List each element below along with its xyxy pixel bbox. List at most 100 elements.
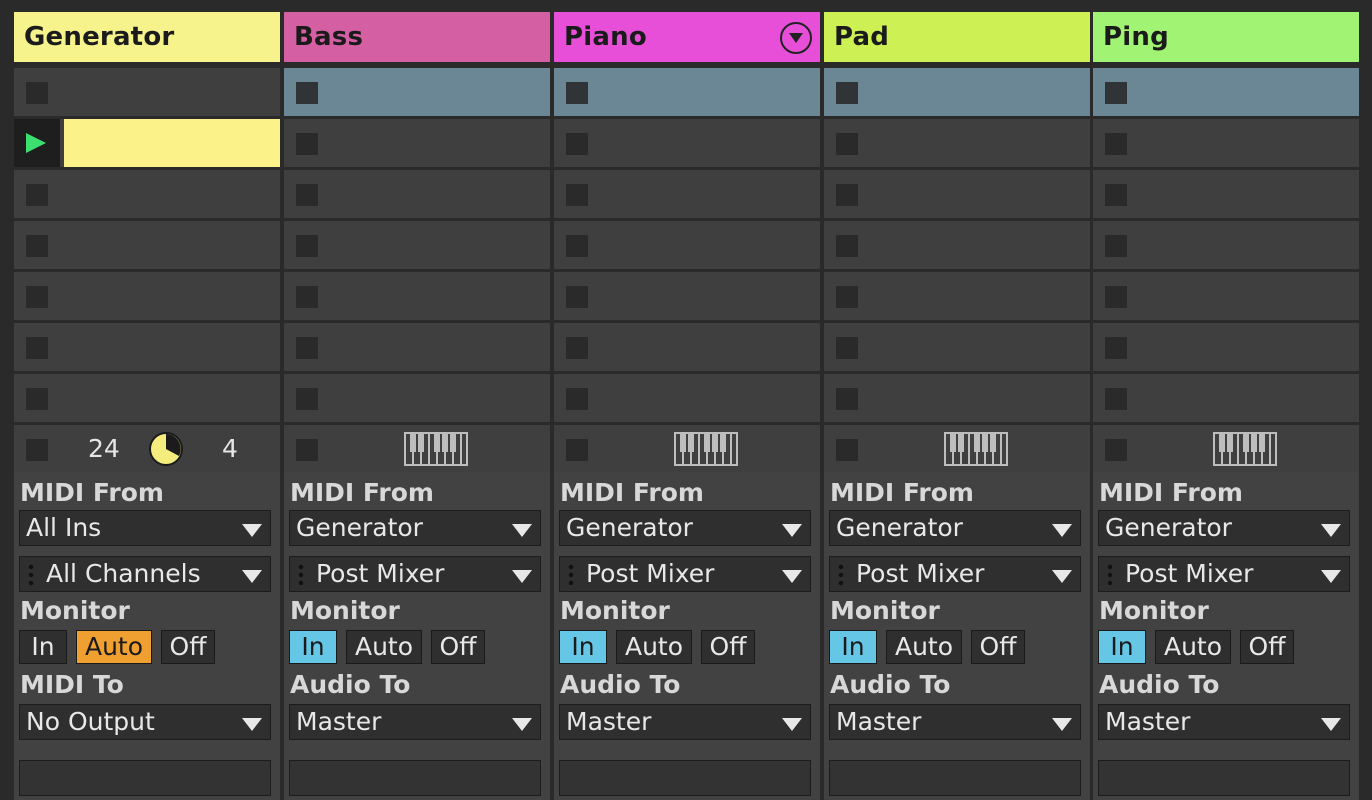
square-stop-icon[interactable] (566, 184, 588, 206)
square-stop-icon[interactable] (296, 286, 318, 308)
clip-slot[interactable] (554, 272, 820, 320)
square-stop-icon[interactable] (566, 82, 588, 104)
input-channel-select[interactable]: Post Mixer (289, 556, 541, 592)
square-stop-icon[interactable] (566, 286, 588, 308)
output-channel-box[interactable] (829, 760, 1081, 796)
square-stop-all-icon[interactable] (1105, 439, 1127, 461)
square-stop-all-icon[interactable] (26, 439, 48, 461)
square-stop-icon[interactable] (296, 235, 318, 257)
monitor-off-button[interactable]: Off (431, 630, 485, 664)
output-select[interactable]: Master (1098, 704, 1350, 740)
square-stop-icon[interactable] (836, 82, 858, 104)
square-stop-icon[interactable] (1105, 286, 1127, 308)
scene-slot-selected[interactable] (284, 68, 550, 116)
square-stop-icon[interactable] (296, 184, 318, 206)
output-channel-box[interactable] (559, 760, 811, 796)
monitor-in-button[interactable]: In (829, 630, 877, 664)
input-type-select[interactable]: Generator (829, 510, 1081, 546)
output-channel-box[interactable] (19, 760, 271, 796)
input-type-select[interactable]: All Ins (19, 510, 271, 546)
clip-slot[interactable] (284, 272, 550, 320)
track-header[interactable]: Generator (14, 12, 280, 62)
output-channel-box[interactable] (289, 760, 541, 796)
clip-slot[interactable] (1093, 272, 1359, 320)
square-stop-icon[interactable] (26, 235, 48, 257)
square-stop-icon[interactable] (836, 235, 858, 257)
clip-slot[interactable] (14, 374, 280, 422)
square-stop-icon[interactable] (1105, 82, 1127, 104)
square-stop-icon[interactable] (1105, 133, 1127, 155)
knob-icon[interactable] (148, 431, 184, 467)
square-stop-icon[interactable] (1105, 388, 1127, 410)
track-header[interactable]: Pad (824, 12, 1090, 62)
clip-slot[interactable] (554, 170, 820, 218)
scene-slot-selected[interactable] (1093, 68, 1359, 116)
square-stop-all-icon[interactable] (566, 439, 588, 461)
monitor-off-button[interactable]: Off (1240, 630, 1294, 664)
clip-slot[interactable] (824, 272, 1090, 320)
scene-slot-selected[interactable] (14, 68, 280, 116)
clip-slot[interactable] (1093, 119, 1359, 167)
track-header[interactable]: Ping (1093, 12, 1359, 62)
input-channel-select[interactable]: Post Mixer (559, 556, 811, 592)
clip-slot[interactable] (824, 323, 1090, 371)
square-stop-icon[interactable] (296, 337, 318, 359)
monitor-auto-button[interactable]: Auto (76, 630, 152, 664)
monitor-off-button[interactable]: Off (161, 630, 215, 664)
track-header[interactable]: Piano (554, 12, 820, 62)
clip-slot[interactable] (284, 170, 550, 218)
clip-slot[interactable] (284, 374, 550, 422)
clip-slot[interactable] (284, 119, 550, 167)
output-select[interactable]: Master (559, 704, 811, 740)
square-stop-icon[interactable] (566, 337, 588, 359)
clip-slot[interactable] (554, 119, 820, 167)
clip-slot[interactable] (824, 170, 1090, 218)
output-select[interactable]: No Output (19, 704, 271, 740)
square-stop-icon[interactable] (566, 235, 588, 257)
scene-slot-selected[interactable] (554, 68, 820, 116)
square-stop-all-icon[interactable] (836, 439, 858, 461)
monitor-in-button[interactable]: In (19, 630, 67, 664)
input-channel-select[interactable]: All Channels (19, 556, 271, 592)
square-stop-icon[interactable] (836, 337, 858, 359)
square-stop-all-icon[interactable] (296, 439, 318, 461)
input-type-select[interactable]: Generator (1098, 510, 1350, 546)
square-stop-icon[interactable] (26, 184, 48, 206)
track-header[interactable]: Bass (284, 12, 550, 62)
square-stop-icon[interactable] (26, 337, 48, 359)
monitor-in-button[interactable]: In (289, 630, 337, 664)
clip-slot[interactable] (1093, 323, 1359, 371)
clip-slot[interactable] (14, 221, 280, 269)
output-select[interactable]: Master (829, 704, 1081, 740)
input-type-select[interactable]: Generator (559, 510, 811, 546)
clip-slot[interactable] (14, 170, 280, 218)
monitor-auto-button[interactable]: Auto (616, 630, 692, 664)
square-stop-icon[interactable] (566, 388, 588, 410)
square-stop-icon[interactable] (836, 133, 858, 155)
clip-slot[interactable] (1093, 170, 1359, 218)
square-stop-icon[interactable] (296, 388, 318, 410)
square-stop-icon[interactable] (296, 133, 318, 155)
square-stop-icon[interactable] (26, 388, 48, 410)
scene-slot-selected[interactable] (824, 68, 1090, 116)
monitor-in-button[interactable]: In (559, 630, 607, 664)
output-channel-box[interactable] (1098, 760, 1350, 796)
input-type-select[interactable]: Generator (289, 510, 541, 546)
square-stop-icon[interactable] (1105, 235, 1127, 257)
clip-slot[interactable] (284, 221, 550, 269)
playing-clip[interactable] (64, 119, 280, 167)
clip-slot[interactable] (554, 323, 820, 371)
clip-slot[interactable] (824, 221, 1090, 269)
clip-slot[interactable] (824, 374, 1090, 422)
monitor-auto-button[interactable]: Auto (1155, 630, 1231, 664)
input-channel-select[interactable]: Post Mixer (829, 556, 1081, 592)
clip-slot[interactable] (14, 323, 280, 371)
clip-slot[interactable] (14, 119, 280, 167)
square-stop-icon[interactable] (836, 184, 858, 206)
clip-slot[interactable] (14, 272, 280, 320)
output-select[interactable]: Master (289, 704, 541, 740)
monitor-off-button[interactable]: Off (701, 630, 755, 664)
clip-slot[interactable] (554, 221, 820, 269)
clip-slot[interactable] (554, 374, 820, 422)
monitor-in-button[interactable]: In (1098, 630, 1146, 664)
